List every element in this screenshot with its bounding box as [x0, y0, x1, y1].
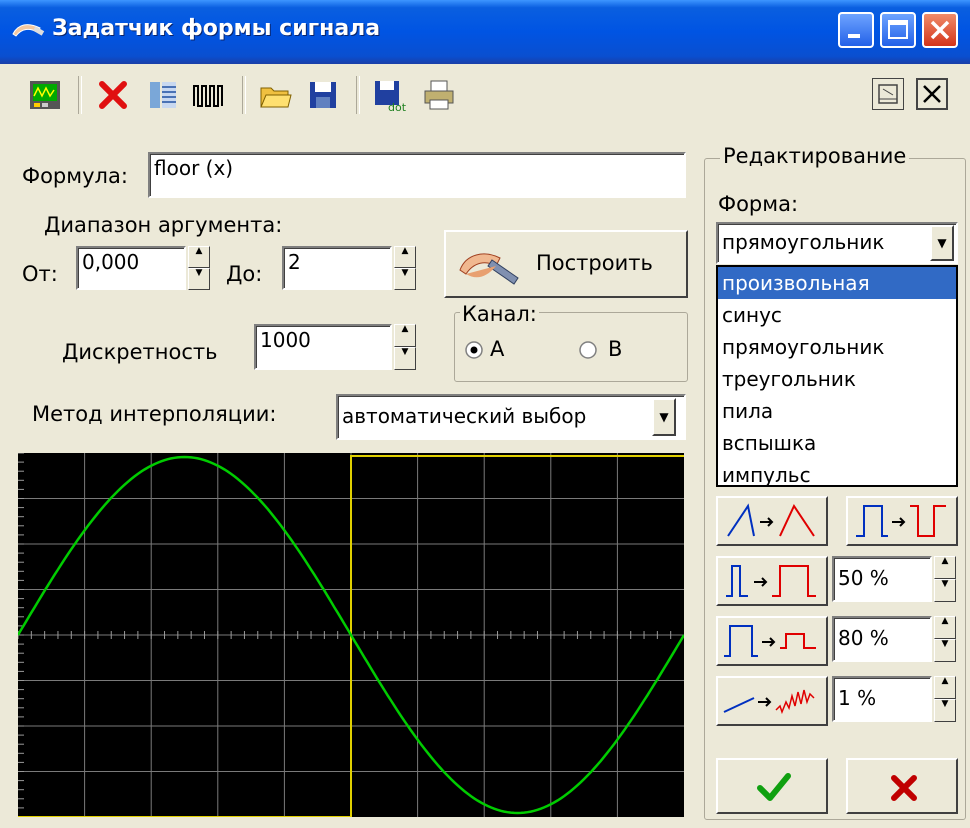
pulse-invert-button[interactable]: [846, 496, 958, 546]
discreteness-spinner[interactable]: ▲ ▼: [394, 324, 416, 370]
oscilloscope-icon[interactable]: [28, 78, 62, 112]
formula-input[interactable]: floor (x): [148, 152, 686, 198]
to-spinner[interactable]: ▲ ▼: [394, 246, 416, 290]
form-option[interactable]: произвольная: [718, 267, 956, 299]
ok-button[interactable]: [716, 758, 828, 814]
interpolation-select[interactable]: автоматический выбор: [336, 394, 686, 440]
close-icon: [923, 85, 941, 103]
pulse-train-icon[interactable]: [192, 78, 226, 112]
pulse-invert-icon: [856, 505, 946, 537]
form-label: Форма:: [718, 192, 799, 216]
noise-spinner[interactable]: ▲ ▼: [934, 676, 956, 722]
save-icon[interactable]: [306, 78, 340, 112]
triangle-to-sawtooth-button[interactable]: [716, 496, 828, 546]
duty-cycle-2-spinner[interactable]: ▲ ▼: [934, 616, 956, 662]
cancel-button[interactable]: [846, 758, 958, 814]
window-mode-button[interactable]: [872, 78, 904, 110]
duty-cycle-2-input[interactable]: 80 %: [832, 616, 932, 662]
triangle-to-sawtooth-icon: [727, 503, 815, 537]
panel-close-button[interactable]: [916, 78, 948, 110]
open-folder-icon[interactable]: [258, 78, 292, 112]
form-dropdown-button[interactable]: ▼: [930, 225, 954, 261]
build-button-label: Построить: [536, 251, 653, 275]
form-option[interactable]: треугольник: [718, 363, 956, 395]
form-option[interactable]: пила: [718, 395, 956, 427]
duty-cycle-1-input[interactable]: 50 %: [832, 556, 932, 602]
toolbar: dot: [0, 64, 970, 126]
noise-input[interactable]: 1 %: [832, 676, 932, 722]
duty-cycle-1-spinner[interactable]: ▲ ▼: [934, 556, 956, 602]
print-icon[interactable]: [422, 78, 456, 112]
discreteness-input[interactable]: 1000: [254, 324, 392, 370]
form-options-list[interactable]: произвольная синус прямоугольник треугол…: [716, 265, 958, 487]
form-option[interactable]: вспышка: [718, 427, 956, 459]
range-label: Диапазон аргумента:: [44, 213, 283, 237]
maximize-button[interactable]: [880, 12, 916, 48]
window-icon: [878, 84, 898, 104]
maximize-icon: [888, 20, 908, 39]
oscilloscope-display: [18, 453, 684, 817]
minimize-icon: [848, 34, 860, 38]
title-bar[interactable]: Задатчик формы сигнала: [0, 0, 970, 64]
checkmark-icon: [757, 773, 791, 801]
save-as-icon[interactable]: dot: [372, 78, 406, 112]
from-spinner[interactable]: ▲ ▼: [188, 246, 210, 290]
close-icon: [930, 20, 950, 40]
channel-label: Канал:: [460, 302, 539, 326]
duty-cycle-1-button[interactable]: [716, 556, 828, 606]
hand-icon: [12, 24, 45, 37]
narrow-to-wide-pulse-icon: [726, 565, 816, 597]
interpolation-label: Метод интерполяции:: [32, 402, 277, 426]
from-label: От:: [22, 262, 58, 286]
cancel-x-icon: [891, 775, 917, 801]
to-label: До:: [226, 262, 263, 286]
from-input[interactable]: 0,000: [76, 246, 186, 290]
form-option[interactable]: синус: [718, 299, 956, 331]
interpolation-dropdown-button[interactable]: ▼: [652, 398, 676, 436]
close-button[interactable]: [922, 12, 958, 48]
form-option[interactable]: импульс: [718, 459, 956, 491]
radio-b[interactable]: [578, 340, 598, 360]
radio-a[interactable]: [464, 340, 484, 360]
duty-cycle-2-button[interactable]: [716, 616, 828, 666]
hand-pen-icon: [459, 253, 519, 285]
minimize-button[interactable]: [838, 12, 874, 48]
scope-axis-ticks: [18, 453, 672, 809]
discreteness-label: Дискретность: [62, 340, 218, 364]
delete-icon[interactable]: [96, 78, 130, 112]
form-select[interactable]: прямоугольник: [716, 222, 958, 264]
build-button[interactable]: Построить: [444, 230, 688, 298]
editing-title: Редактирование: [720, 144, 910, 168]
radio-b-label: B: [608, 337, 623, 361]
radio-a-label: A: [490, 337, 505, 361]
window-title: Задатчик формы сигнала: [52, 16, 381, 41]
signal-shape-window: Задатчик формы сигнала dot Формула: floo…: [0, 0, 970, 828]
wide-to-narrow-pulse-icon: [724, 625, 816, 657]
table-icon[interactable]: [146, 78, 180, 112]
svg-text:dot: dot: [388, 101, 406, 112]
add-noise-icon: [723, 689, 815, 715]
to-input[interactable]: 2: [282, 246, 392, 290]
add-noise-button[interactable]: [716, 676, 828, 726]
formula-label: Формула:: [22, 164, 128, 188]
form-option[interactable]: прямоугольник: [718, 331, 956, 363]
